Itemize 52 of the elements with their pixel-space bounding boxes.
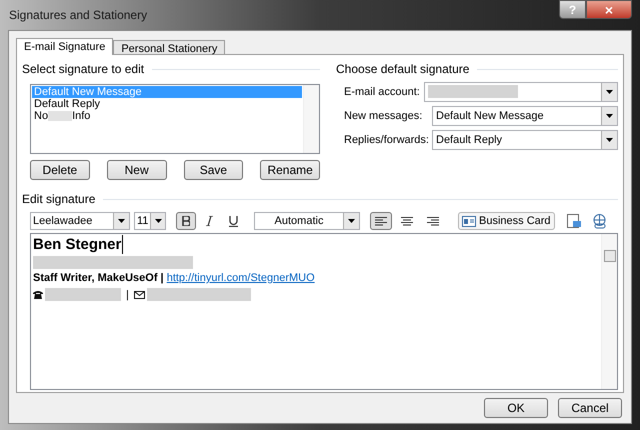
align-icon	[375, 216, 387, 226]
signature-link[interactable]: http://tinyurl.com/StegnerMUO	[166, 270, 315, 286]
dialog-button[interactable]: Delete	[30, 160, 90, 180]
caret-icon	[606, 138, 613, 142]
dropdown-value: Default Reply	[436, 134, 502, 146]
color-dropdown[interactable]: Automatic	[254, 212, 360, 230]
bold-button[interactable]	[176, 212, 196, 230]
dialog-button[interactable]: New	[106, 160, 166, 180]
business-card-button[interactable]: Business Card	[458, 212, 555, 230]
align-icon	[401, 216, 413, 226]
envelope-icon	[134, 290, 145, 299]
card-icon	[462, 216, 476, 226]
group-heading: Select signature to edit	[22, 61, 144, 78]
caret-icon	[118, 219, 125, 223]
list-item[interactable]: No Info	[32, 110, 302, 122]
tab[interactable]: Personal Stationery	[113, 40, 226, 55]
tab[interactable]: E-mail Signature	[16, 38, 114, 55]
field-label: New messages:	[344, 108, 424, 124]
caret-icon	[348, 219, 355, 223]
font-dropdown[interactable]: Leelawadee	[30, 212, 130, 230]
dialog-button[interactable]: Rename	[260, 160, 320, 180]
italic-icon[interactable]	[206, 216, 213, 226]
caret-icon	[606, 114, 613, 118]
underline-icon[interactable]	[229, 216, 238, 226]
hyperlink-icon[interactable]	[592, 214, 607, 228]
signature-name: Ben Stegner	[33, 235, 124, 254]
dropdown-field[interactable]: Default Reply	[432, 130, 618, 150]
separator-text: |	[126, 288, 129, 302]
list-item[interactable]: Default Reply	[32, 98, 302, 110]
bold-icon	[182, 216, 190, 226]
picture-icon[interactable]	[566, 214, 582, 228]
caret-icon	[154, 219, 162, 223]
caret-icon	[606, 90, 613, 94]
dialog-button[interactable]: Cancel	[558, 398, 622, 418]
group-heading: Choose default signature	[336, 61, 470, 78]
scrollbar[interactable]	[303, 85, 319, 153]
phone-icon	[33, 290, 43, 300]
dialog-button[interactable]: OK	[484, 398, 548, 418]
dialog-button[interactable]: Save	[184, 160, 244, 180]
dropdown-field[interactable]: Default New Message	[432, 106, 618, 126]
signature-title: Staff Writer, MakeUseOf |	[33, 271, 165, 286]
align-button[interactable]	[370, 212, 392, 230]
dropdown-value: Default New Message	[436, 110, 544, 122]
group-heading: Edit signature	[22, 191, 96, 208]
align-icon	[427, 216, 439, 226]
scrollbar[interactable]	[601, 234, 617, 389]
scroll-thumb[interactable]	[604, 250, 616, 262]
field-label: E-mail account:	[344, 84, 421, 100]
size-dropdown[interactable]: 11	[134, 212, 166, 230]
dropdown-field[interactable]	[424, 82, 618, 102]
window-title: Signatures and Stationery	[9, 7, 148, 24]
signature-editor[interactable]: Ben Stegner Staff Writer, MakeUseOf | http://tinyurl.com/StegnerMUO |	[30, 233, 618, 390]
